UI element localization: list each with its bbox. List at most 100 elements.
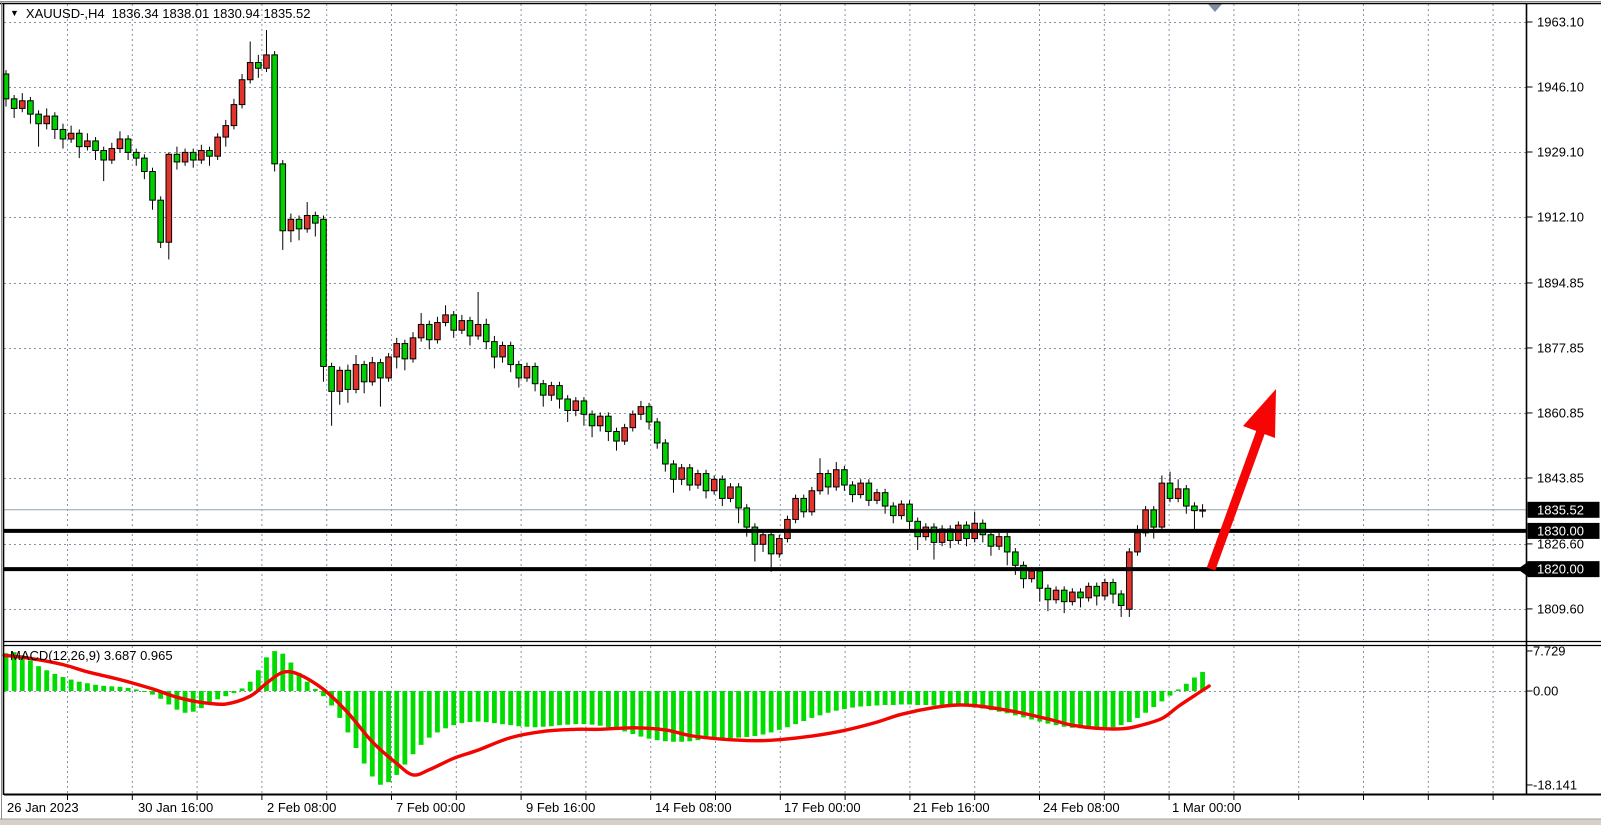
- candle-bullish: [435, 323, 441, 340]
- macd-bar: [248, 682, 253, 691]
- macd-bar: [118, 687, 123, 691]
- candle-bullish: [679, 468, 685, 479]
- macd-bar: [525, 691, 530, 727]
- macd-bar: [899, 691, 904, 704]
- macd-bar: [769, 691, 774, 732]
- candle-bullish: [597, 416, 603, 426]
- time-axis-label: 17 Feb 00:00: [784, 800, 861, 815]
- macd-bar: [508, 691, 513, 725]
- candle-bearish: [451, 315, 457, 330]
- candle-bullish: [1200, 510, 1206, 511]
- macd-bar: [639, 691, 644, 737]
- price-axis-label: 1877.85: [1537, 340, 1584, 355]
- candle-bullish: [1159, 483, 1165, 527]
- candle-bullish: [68, 133, 74, 139]
- macd-bar: [761, 691, 766, 735]
- candle-bullish: [858, 483, 864, 494]
- macd-bar: [126, 688, 131, 691]
- macd-bar: [850, 691, 855, 708]
- macd-bar: [1119, 691, 1124, 725]
- candle-bearish: [671, 464, 677, 479]
- price-axis-label: 1929.10: [1537, 144, 1584, 159]
- macd-bar: [289, 663, 294, 691]
- candle-bullish: [304, 215, 310, 228]
- candle-bearish: [532, 366, 538, 383]
- price-axis-label: 1894.85: [1537, 275, 1584, 290]
- macd-bar: [647, 691, 652, 739]
- macd-bar: [891, 691, 896, 705]
- candle-bearish: [890, 506, 896, 516]
- candle-bearish: [296, 219, 302, 229]
- candle-bullish: [760, 535, 766, 545]
- candle-bearish: [125, 139, 131, 152]
- macd-axis-label: 0.00: [1533, 684, 1558, 699]
- candle-bearish: [988, 535, 994, 546]
- macd-bar: [109, 686, 114, 691]
- macd-bar: [232, 691, 237, 693]
- symbol-ohlc-label: ▼XAUUSD-,H41836.34 1838.01 1830.94 1835.…: [10, 6, 310, 21]
- candle-bullish: [166, 154, 172, 242]
- candle-bearish: [646, 407, 652, 422]
- candle-bearish: [190, 152, 196, 160]
- macd-bar: [826, 691, 831, 713]
- macd-bar: [468, 691, 473, 722]
- candle-bullish: [215, 137, 221, 156]
- macd-bar: [459, 691, 464, 723]
- macd-bar: [435, 691, 440, 732]
- macd-bar: [557, 691, 562, 725]
- macd-bar: [1159, 691, 1164, 701]
- candle-bullish: [549, 386, 555, 396]
- time-axis-label: 21 Feb 16:00: [913, 800, 990, 815]
- macd-bar: [923, 691, 928, 705]
- macd-bar: [818, 691, 823, 715]
- candle-bullish: [630, 414, 636, 427]
- symbol-period-label: XAUUSD-,H4: [26, 6, 105, 21]
- macd-bar: [622, 691, 627, 731]
- macd-bar: [1070, 691, 1075, 728]
- chevron-down-icon: ▼: [10, 9, 19, 18]
- candle-bullish: [638, 407, 644, 415]
- macd-bar: [77, 682, 82, 691]
- time-axis-label: 2 Feb 08:00: [267, 800, 336, 815]
- candle-bullish: [695, 474, 701, 485]
- candle-bearish: [866, 483, 872, 500]
- macd-bar: [1135, 691, 1140, 718]
- macd-bar: [305, 682, 310, 691]
- macd-bar: [207, 691, 212, 703]
- candle-bearish: [565, 399, 571, 410]
- macd-bar: [809, 691, 814, 718]
- candle-bearish: [508, 345, 514, 364]
- candle-bearish: [606, 416, 612, 431]
- candle-bearish: [36, 114, 42, 124]
- candle-bearish: [1061, 590, 1067, 601]
- candle-bearish: [101, 150, 107, 160]
- macd-bar: [549, 691, 554, 726]
- macd-bar: [313, 689, 318, 691]
- macd-bar: [541, 691, 546, 727]
- candle-bearish: [150, 171, 156, 200]
- candle-bearish: [492, 342, 498, 357]
- macd-bar: [386, 691, 391, 782]
- price-axis-label: 1946.10: [1537, 79, 1584, 94]
- candle-bearish: [76, 133, 82, 146]
- candle-bearish: [133, 152, 139, 158]
- candle-bearish: [60, 129, 66, 139]
- chart-canvas[interactable]: 1963.101946.101929.101912.101894.851877.…: [0, 0, 1601, 825]
- macd-bar: [476, 691, 481, 722]
- candle-bearish: [1037, 571, 1043, 588]
- candle-bearish: [1118, 594, 1124, 605]
- macd-bar: [1143, 691, 1148, 713]
- candle-bullish: [809, 491, 815, 512]
- macd-bar: [443, 691, 448, 728]
- macd-bar: [533, 691, 538, 727]
- macd-bar: [272, 651, 277, 691]
- candle-bearish: [11, 99, 17, 109]
- macd-bar: [199, 691, 204, 708]
- current-price-badge: 1835.52: [1528, 502, 1600, 518]
- candle-bearish: [1184, 489, 1190, 506]
- macd-bar: [842, 691, 847, 709]
- macd-bar: [704, 691, 709, 739]
- candle-bearish: [720, 479, 726, 498]
- candle-bearish: [1078, 592, 1084, 598]
- macd-bar: [858, 691, 863, 707]
